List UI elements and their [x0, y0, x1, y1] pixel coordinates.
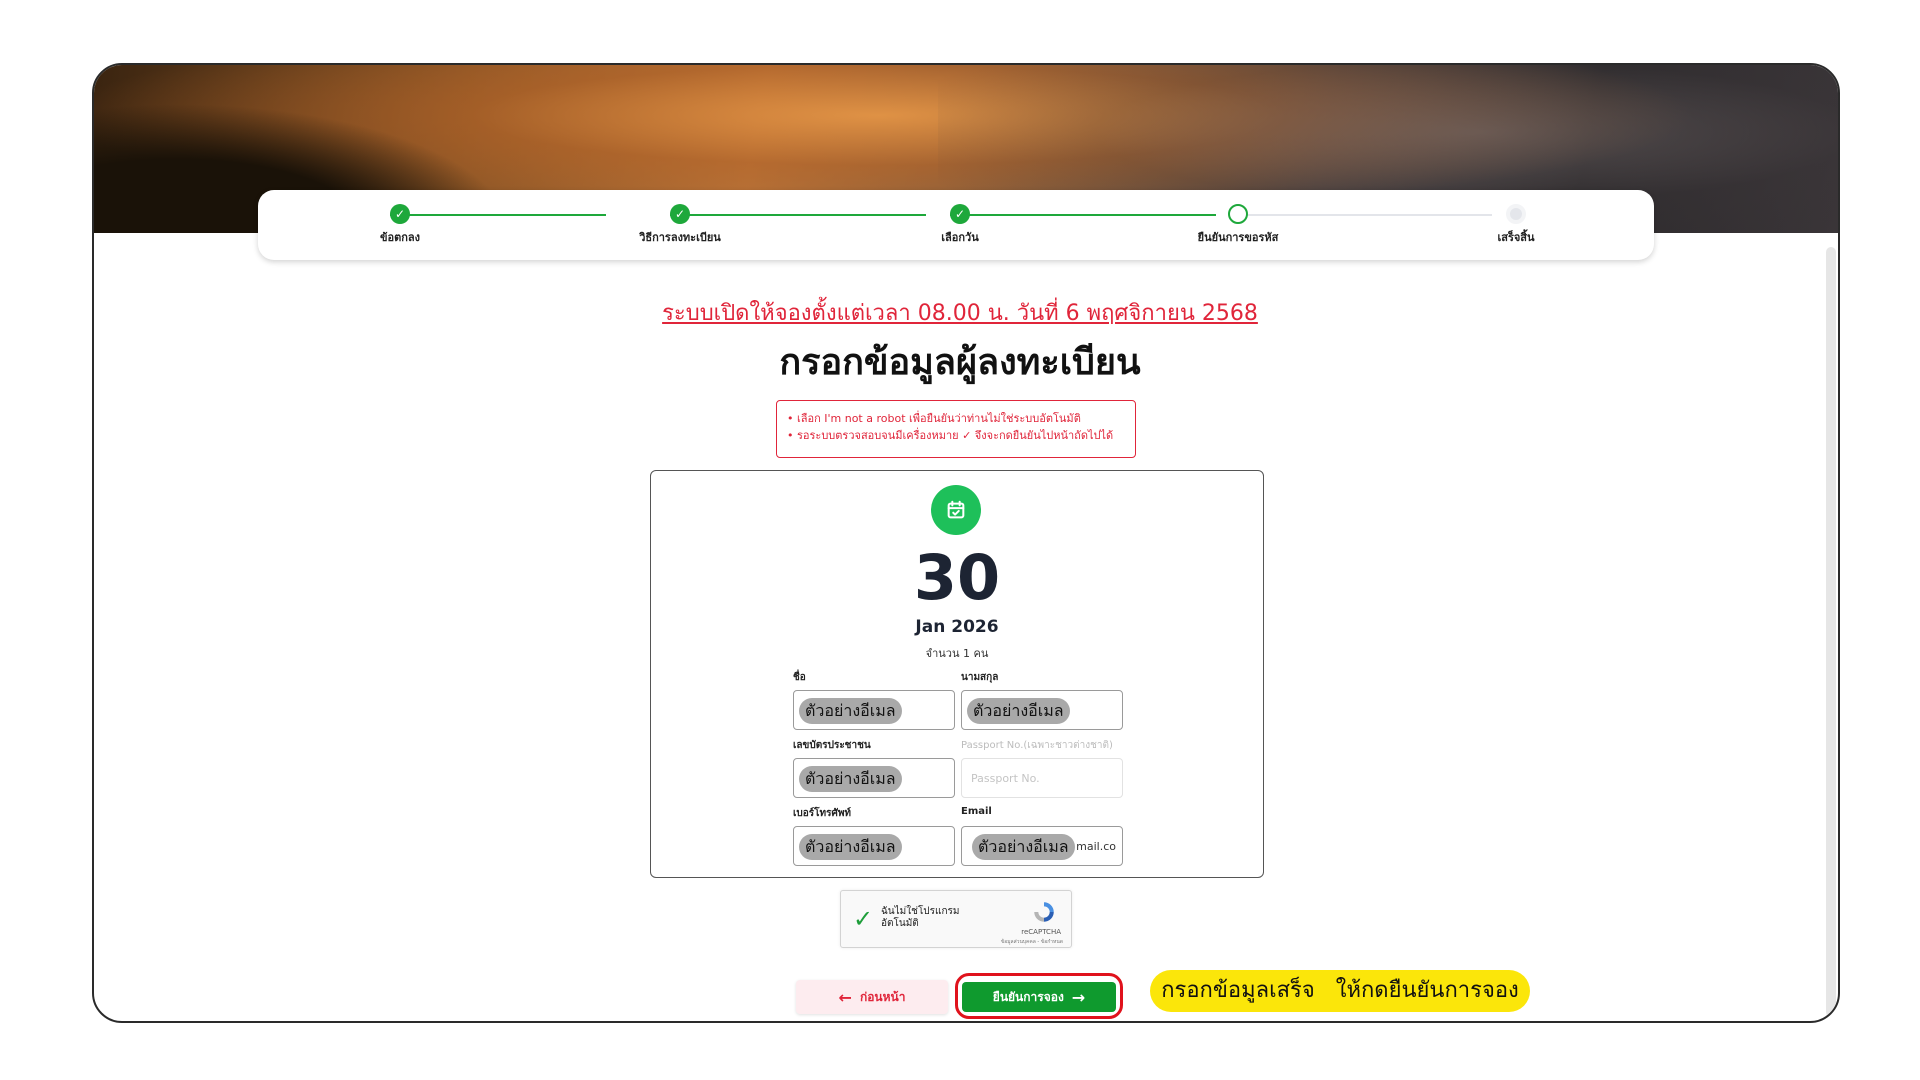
recaptcha-terms-link[interactable]: ข้อมูลส่วนบุคคล - ข้อกำหนด	[1001, 938, 1063, 946]
phone-label: เบอร์โทรศัพท์	[793, 808, 852, 819]
pending-step-icon	[1506, 204, 1526, 224]
calendar-check-icon	[931, 485, 981, 535]
passport-input[interactable]: Passport No.	[961, 758, 1123, 798]
progress-stepper: ✓ ข้อตกลง ✓ วิธีการลงทะเบียน ✓ เลือกวัน …	[258, 190, 1654, 260]
email-label: Email	[961, 806, 992, 817]
id-card-label: เลขบัตรประชาชน	[793, 740, 871, 751]
step-label: ยืนยันการขอรหัส	[1197, 231, 1279, 244]
step-label: เลือกวัน	[941, 231, 979, 244]
recaptcha-label-line: อัตโนมัติ	[881, 918, 919, 929]
first-name-label: ชื่อ	[793, 672, 806, 683]
recaptcha-checkmark-icon[interactable]: ✓	[853, 905, 873, 933]
first-name-input[interactable]: ตัวอย่างอีเมล	[793, 690, 955, 730]
check-icon: ✓	[950, 204, 970, 224]
masked-value-pill: ตัวอย่างอีเมล	[799, 698, 902, 724]
confirm-booking-button[interactable]: ยืนยันการจอง →	[962, 982, 1116, 1012]
passport-label: Passport No.(เฉพาะชาวต่างชาติ)	[961, 740, 1113, 751]
back-button-label: ก่อนหน้า	[859, 989, 906, 1004]
step-complete: เสร็จสิ้น	[1446, 204, 1586, 246]
arrow-right-icon: →	[1071, 987, 1086, 1007]
check-icon: ✓	[390, 204, 410, 224]
instruction-line: • รอระบบตรวจสอบจนมีเครื่องหมาย ✓ จึงจะกด…	[787, 429, 1114, 442]
step-label: วิธีการลงทะเบียน	[639, 231, 721, 244]
masked-value-pill: ตัวอย่างอีเมล	[799, 766, 902, 792]
step-registration-method: ✓ วิธีการลงทะเบียน	[610, 204, 750, 246]
email-visible-tail: mail.co	[1076, 840, 1116, 853]
booking-day: 30	[913, 541, 1001, 614]
masked-value-pill: ตัวอย่างอีเมล	[799, 834, 902, 860]
person-count: จำนวน 1 คน	[925, 647, 989, 660]
step-label: เสร็จสิ้น	[1497, 231, 1535, 244]
recaptcha-widget[interactable]: ✓ ฉันไม่ใช่โปรแกรม อัตโนมัติ reCAPTCHA ข…	[840, 890, 1072, 948]
last-name-input[interactable]: ตัวอย่างอีเมล	[961, 690, 1123, 730]
recaptcha-brand: reCAPTCHA	[1021, 928, 1061, 936]
last-name-label: นามสกุล	[961, 672, 999, 683]
instruction-line: • เลือก I'm not a robot เพื่อยืนยันว่าท่…	[787, 412, 1081, 425]
masked-value-pill: ตัวอย่างอีเมล	[972, 834, 1075, 860]
check-icon: ✓	[670, 204, 690, 224]
email-input[interactable]: mail.co ตัวอย่างอีเมล	[961, 826, 1123, 866]
page-title: กรอกข้อมูลผู้ลงทะเบียน	[779, 342, 1141, 383]
step-label: ข้อตกลง	[379, 231, 421, 244]
registration-card: 30 Jan 2026 จำนวน 1 คน ชื่อ ตัวอย่างอีเม…	[650, 470, 1264, 878]
recaptcha-logo-icon	[1034, 902, 1054, 922]
phone-input[interactable]: ตัวอย่างอีเมล	[793, 826, 955, 866]
id-card-input[interactable]: ตัวอย่างอีเมล	[793, 758, 955, 798]
captcha-instructions-box: • เลือก I'm not a robot เพื่อยืนยันว่าท่…	[776, 400, 1136, 458]
current-step-icon	[1228, 204, 1248, 224]
back-button[interactable]: ← ก่อนหน้า	[796, 980, 948, 1014]
recaptcha-label-line: ฉันไม่ใช่โปรแกรม	[881, 906, 960, 917]
confirm-button-label: ยืนยันการจอง	[992, 989, 1064, 1004]
tutorial-callout: กรอกข้อมูลเสร็จ ให้กดยืนยันการจอง	[1150, 970, 1530, 1012]
arrow-left-icon: ←	[838, 987, 852, 1007]
step-confirm-code: ยืนยันการขอรหัส	[1168, 204, 1308, 246]
booking-open-notice-link[interactable]: ระบบเปิดให้จองตั้งแต่เวลา 08.00 น. วันที…	[0, 295, 1920, 330]
booking-month-year: Jan 2026	[915, 617, 999, 637]
masked-value-pill: ตัวอย่างอีเมล	[967, 698, 1070, 724]
step-agreement: ✓ ข้อตกลง	[330, 204, 470, 246]
passport-placeholder: Passport No.	[971, 772, 1040, 785]
step-select-date: ✓ เลือกวัน	[890, 204, 1030, 246]
recaptcha-label: ฉันไม่ใช่โปรแกรม อัตโนมัติ	[881, 906, 960, 930]
